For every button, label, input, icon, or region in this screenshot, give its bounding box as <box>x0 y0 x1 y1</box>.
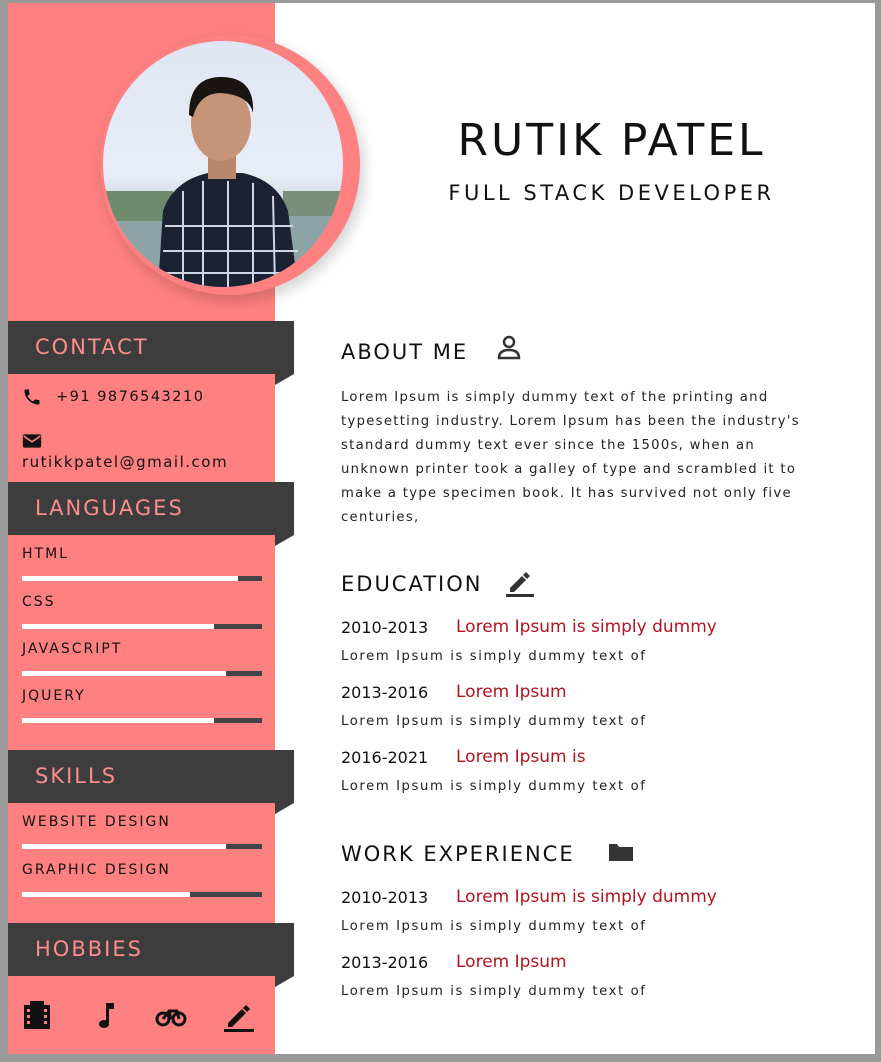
work-title-text: Lorem Ipsum is simply dummy <box>456 887 717 907</box>
education-years: 2013-2016 <box>341 683 429 702</box>
language-label: CSS <box>22 594 56 610</box>
pencil-icon <box>222 999 254 1033</box>
language-bar <box>22 624 262 629</box>
bar-fill <box>22 576 238 581</box>
education-desc: Lorem Ipsum is simply dummy text of <box>341 649 647 664</box>
language-bar <box>22 576 262 581</box>
about-text: Lorem Ipsum is simply dummy text of the … <box>341 390 800 525</box>
work-desc: Lorem Ipsum is simply dummy text of <box>341 984 647 999</box>
bar-fill <box>22 718 214 723</box>
hobbies-header: HOBBIES <box>8 923 294 987</box>
contact-title: CONTACT <box>35 335 149 359</box>
pencil-icon <box>505 566 535 602</box>
phone-row: +91 9876543210 <box>22 387 204 407</box>
work-years: 2013-2016 <box>341 953 429 972</box>
skill-label: WEBSITE DESIGN <box>22 814 171 830</box>
phone-icon <box>22 387 42 407</box>
music-note-icon <box>92 999 122 1033</box>
language-bar <box>22 671 262 676</box>
candidate-role: FULL STACK DEVELOPER <box>448 181 775 205</box>
education-desc: Lorem Ipsum is simply dummy text of <box>341 779 647 794</box>
language-label: HTML <box>22 546 69 562</box>
header-fold <box>275 374 294 385</box>
skills-header: SKILLS <box>8 750 294 814</box>
education-years: 2010-2013 <box>341 618 429 637</box>
education-title: EDUCATION <box>341 572 483 596</box>
work-title-text: Lorem Ipsum <box>456 952 567 972</box>
work-desc: Lorem Ipsum is simply dummy text of <box>341 919 647 934</box>
phone-number: +91 9876543210 <box>56 389 205 405</box>
education-years: 2016-2021 <box>341 748 429 767</box>
education-title-text: Lorem Ipsum is <box>456 747 586 767</box>
contact-header: CONTACT <box>8 321 294 385</box>
person-icon <box>495 333 523 365</box>
bar-fill <box>22 624 214 629</box>
language-bar <box>22 718 262 723</box>
bar-fill <box>22 671 226 676</box>
education-title-text: Lorem Ipsum is simply dummy <box>456 617 717 637</box>
skill-label: GRAPHIC DESIGN <box>22 862 171 878</box>
profile-photo <box>103 41 343 287</box>
bar-fill <box>22 844 226 849</box>
skill-bar <box>22 892 262 897</box>
bar-fill <box>22 892 190 897</box>
resume-page: CONTACT +91 9876543210 rutikkpatel@gmail… <box>8 3 875 1054</box>
mail-icon <box>22 432 42 454</box>
education-title-text: Lorem Ipsum <box>456 682 567 702</box>
header-fold <box>275 535 294 546</box>
work-years: 2010-2013 <box>341 888 429 907</box>
education-desc: Lorem Ipsum is simply dummy text of <box>341 714 647 729</box>
language-label: JQUERY <box>22 688 86 704</box>
email-address[interactable]: rutikkpatel@gmail.com <box>22 453 228 471</box>
language-label: JAVASCRIPT <box>22 641 123 657</box>
bike-icon <box>155 999 187 1033</box>
folder-icon <box>608 841 634 867</box>
work-title: WORK EXPERIENCE <box>341 842 575 866</box>
languages-header: LANGUAGES <box>8 482 294 546</box>
skills-title: SKILLS <box>35 764 118 788</box>
candidate-name: RUTIK PATEL <box>457 115 766 166</box>
header-fold <box>275 803 294 814</box>
hobbies-title: HOBBIES <box>35 937 143 961</box>
languages-title: LANGUAGES <box>35 496 184 520</box>
skill-bar <box>22 844 262 849</box>
film-icon <box>22 999 52 1033</box>
about-title: ABOUT ME <box>341 340 469 364</box>
header-fold <box>275 976 294 987</box>
